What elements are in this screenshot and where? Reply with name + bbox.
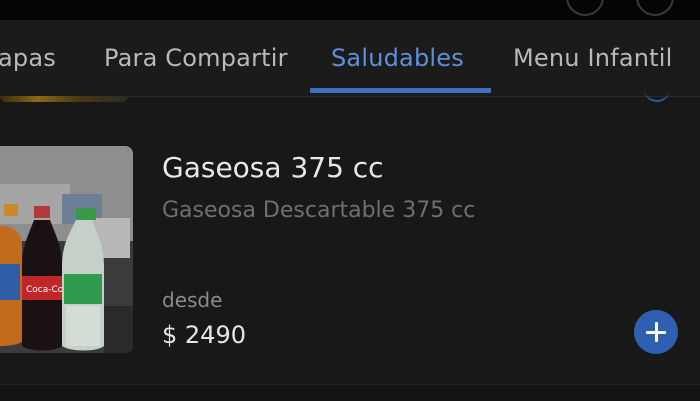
product-price: $ 2490 — [162, 321, 246, 349]
product-image: Coca-Cola — [0, 146, 133, 353]
plus-icon — [654, 322, 658, 342]
tab-para-compartir[interactable]: Para Compartir — [104, 44, 288, 72]
tab-saludables[interactable]: Saludables — [331, 44, 464, 72]
next-item-edge — [0, 384, 700, 401]
product-title: Gaseosa 375 cc — [162, 151, 384, 184]
product-description: Gaseosa Descartable 375 cc — [162, 198, 476, 223]
price-prefix: desde — [162, 288, 223, 312]
add-to-cart-button[interactable] — [634, 310, 678, 354]
circle-icon — [566, 0, 604, 16]
tab-tapas[interactable]: apas — [0, 44, 56, 72]
circle-icon — [636, 0, 674, 16]
product-card[interactable]: Coca-Cola Gaseosa 375 cc Gaseosa Descart… — [0, 96, 700, 370]
soda-bottles-image: Coca-Cola — [0, 146, 133, 353]
category-tabs: apas Para Compartir Saludables Menu Infa… — [0, 20, 700, 97]
tab-menu-infantil[interactable]: Menu Infantil — [513, 44, 673, 72]
active-tab-indicator — [310, 88, 491, 93]
status-bar — [0, 0, 700, 20]
